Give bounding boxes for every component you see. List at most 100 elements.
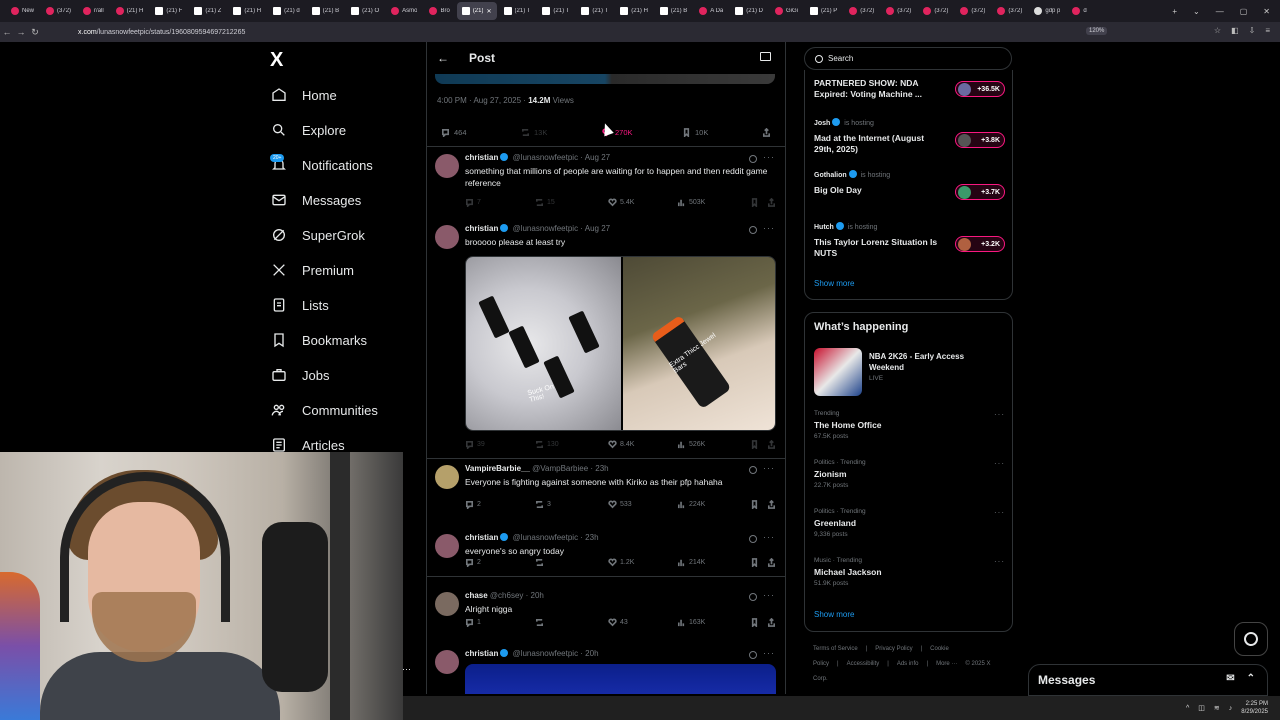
- nav-item-supergrok[interactable]: SuperGrok: [270, 222, 365, 248]
- reply-button[interactable]: 1: [465, 618, 481, 629]
- share-button[interactable]: [767, 617, 776, 627]
- more-options-icon[interactable]: ···: [763, 152, 775, 162]
- nav-item-bookmarks[interactable]: Bookmarks: [270, 327, 367, 353]
- trend-name[interactable]: Michael Jackson: [814, 567, 1009, 577]
- views-button[interactable]: 224K: [677, 500, 705, 509]
- avatar[interactable]: [435, 650, 459, 674]
- more-options-icon[interactable]: ···: [763, 532, 775, 542]
- browser-tab[interactable]: (21) H: [111, 2, 149, 20]
- live-space-item[interactable]: Hutch is hosting This Taylor Lorenz Situa…: [814, 222, 1009, 259]
- share-button[interactable]: [767, 197, 776, 207]
- views-button[interactable]: 214K: [677, 558, 705, 567]
- share-button[interactable]: [767, 557, 776, 567]
- bookmark-button[interactable]: [750, 558, 759, 569]
- like-button[interactable]: 8.4K: [608, 440, 634, 449]
- browser-tab[interactable]: Bro: [424, 2, 454, 20]
- author-name[interactable]: christian: [465, 533, 498, 542]
- nav-item-communities[interactable]: Communities: [270, 397, 378, 423]
- live-space-item[interactable]: Gothalion is hosting Big Ole Day +3.7K: [814, 170, 1009, 200]
- more-options-icon[interactable]: ···: [763, 223, 775, 233]
- address-field[interactable]: x.com/lunasnowfeetpic/status/19608095946…: [78, 29, 245, 36]
- browser-tab[interactable]: (21) O: [346, 2, 384, 20]
- listener-count-badge[interactable]: +3.8K: [955, 132, 1005, 148]
- author-name[interactable]: christian: [465, 224, 498, 233]
- live-title[interactable]: Mad at the Internet (August 29th, 2025): [814, 133, 944, 155]
- more-options-icon[interactable]: ⋯: [402, 664, 411, 675]
- footer-link[interactable]: Accessibility: [847, 661, 880, 667]
- reply-media-partial[interactable]: [465, 664, 776, 694]
- volume-icon[interactable]: ♪: [1229, 705, 1233, 712]
- more-options-icon[interactable]: ···: [763, 463, 775, 473]
- browser-tab[interactable]: (21) Z: [189, 2, 226, 20]
- browser-tab[interactable]: (372): [844, 2, 879, 20]
- post-image-bottom[interactable]: [435, 74, 775, 84]
- live-title[interactable]: This Taylor Lorenz Situation Is NUTS: [814, 237, 944, 259]
- author-handle[interactable]: @lunasnowfeetpic · Aug 27: [513, 224, 611, 233]
- nav-item-home[interactable]: Home: [270, 82, 337, 108]
- browser-tab[interactable]: (21) T: [576, 2, 613, 20]
- author-name[interactable]: christian: [465, 649, 498, 658]
- live-title[interactable]: PARTNERED SHOW: NDA Expired: Voting Mach…: [814, 78, 944, 100]
- close-window-icon[interactable]: ✕: [1263, 7, 1270, 16]
- grok-analyze-icon[interactable]: [749, 155, 757, 163]
- trend-item[interactable]: Trending The Home Office 67.5K posts ···: [814, 410, 1009, 440]
- trend-name[interactable]: The Home Office: [814, 420, 1009, 430]
- author-handle[interactable]: @lunasnowfeetpic · 20h: [513, 649, 599, 658]
- repost-button[interactable]: 13K: [521, 128, 547, 137]
- browser-tab[interactable]: (372): [955, 2, 990, 20]
- trend-item[interactable]: Music · Trending Michael Jackson 51.9K pos…: [814, 557, 1009, 587]
- browser-tab[interactable]: d: [1067, 2, 1091, 20]
- trend-item[interactable]: Politics · Trending Zionism 22.7K posts ···: [814, 459, 1009, 489]
- browser-tab[interactable]: (21) P: [805, 2, 842, 20]
- browser-tab[interactable]: A Da: [694, 2, 728, 20]
- back-arrow-icon[interactable]: ←: [437, 51, 449, 65]
- avatar[interactable]: [435, 465, 459, 489]
- author-handle[interactable]: @lunasnowfeetpic · Aug 27: [513, 153, 611, 162]
- author-name[interactable]: chase: [465, 591, 488, 600]
- event-headline[interactable]: NBA 2K26 - Early Access Weekend: [869, 351, 999, 373]
- nav-item-premium[interactable]: Premium: [270, 257, 354, 283]
- browser-tab[interactable]: (21) B: [655, 2, 692, 20]
- reply-button[interactable]: 2: [465, 500, 481, 511]
- browser-tab[interactable]: (21) T: [537, 2, 574, 20]
- avatar[interactable]: [435, 534, 459, 558]
- browser-tab[interactable]: (372): [881, 2, 916, 20]
- messages-drawer[interactable]: Messages ✉ ⌃: [1028, 664, 1268, 696]
- author-handle[interactable]: @ch6sey · 20h: [490, 591, 544, 600]
- like-button[interactable]: 43: [608, 618, 628, 627]
- live-title[interactable]: Big Ole Day: [814, 185, 944, 196]
- zoom-level[interactable]: 120%: [1086, 27, 1108, 35]
- nav-item-notifications[interactable]: Notifications: [270, 152, 373, 178]
- trends-show-more-link[interactable]: Show more: [814, 610, 854, 619]
- bookmark-button[interactable]: 10K: [682, 128, 708, 138]
- avatar[interactable]: [435, 154, 459, 178]
- tab-close-icon[interactable]: ✕: [486, 8, 491, 15]
- like-button[interactable]: 533: [608, 500, 632, 509]
- bookmark-button[interactable]: [750, 618, 759, 629]
- like-button[interactable]: 5.4K: [608, 198, 634, 207]
- trend-more-icon[interactable]: ···: [994, 508, 1005, 517]
- listener-count-badge[interactable]: +36.5K: [955, 81, 1005, 97]
- browser-tab[interactable]: (21) d: [268, 2, 305, 20]
- browser-tab[interactable]: (21) F: [150, 2, 187, 20]
- reply-button[interactable]: 464: [441, 128, 467, 138]
- nav-item-lists[interactable]: Lists: [270, 292, 329, 318]
- clock[interactable]: 2:25 PM 8/29/2025: [1241, 700, 1268, 716]
- repost-button[interactable]: [535, 618, 544, 627]
- nav-item-messages[interactable]: Messages: [270, 187, 361, 213]
- x-logo-icon[interactable]: X: [270, 50, 292, 70]
- bookmark-button[interactable]: [750, 198, 759, 209]
- share-button[interactable]: [762, 127, 771, 137]
- downloads-icon[interactable]: ⇩: [1249, 26, 1256, 35]
- browser-tab[interactable]: (21) H: [228, 2, 266, 20]
- repost-button[interactable]: 130: [535, 440, 559, 449]
- trend-more-icon[interactable]: ···: [994, 410, 1005, 419]
- bookmark-button[interactable]: [750, 500, 759, 511]
- back-nav-icon[interactable]: ←: [0, 27, 14, 37]
- host-name[interactable]: Hutch: [814, 224, 834, 231]
- reply-button[interactable]: 39: [465, 440, 485, 451]
- grok-button[interactable]: [1234, 622, 1268, 656]
- nav-item-jobs[interactable]: Jobs: [270, 362, 329, 388]
- footer-link[interactable]: Privacy Policy: [875, 646, 912, 652]
- trend-more-icon[interactable]: ···: [994, 557, 1005, 566]
